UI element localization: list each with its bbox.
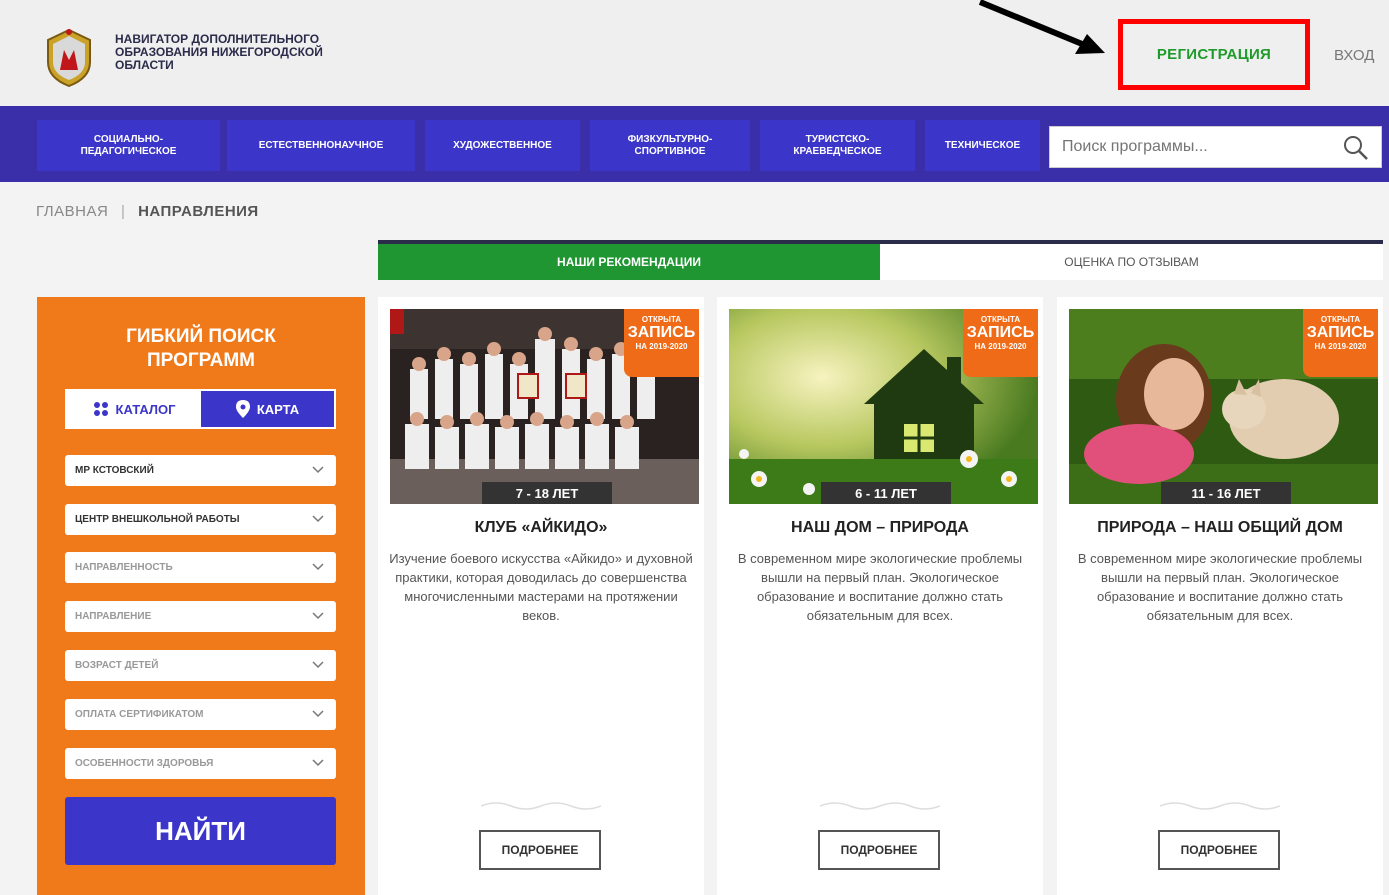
badge-line2: ЗАПИСЬ: [966, 324, 1035, 341]
program-description: Изучение боевого искусства «Айкидо» и ду…: [389, 551, 693, 623]
certificate-payment-select-value: ОПЛАТА СЕРТИФИКАТОМ: [75, 709, 204, 720]
badge-line1: ОТКРЫТА: [1320, 315, 1361, 324]
register-button[interactable]: РЕГИСТРАЦИЯ: [1118, 19, 1310, 90]
map-pin-icon: [235, 400, 250, 418]
login-link[interactable]: ВХОД: [1334, 47, 1374, 64]
wave-divider: [1160, 802, 1280, 810]
program-description: В современном мире экологические проблем…: [737, 551, 1023, 623]
direction-select-value: НАПРАВЛЕНИЕ: [75, 611, 152, 622]
program-image[interactable]: ОТКРЫТА ЗАПИСЬ НА 2019-2020 7 - 18 ЛЕТ: [390, 309, 699, 504]
map-toggle-button[interactable]: КАРТА: [201, 391, 334, 427]
details-button[interactable]: ПОДРОБНЕЕ: [818, 830, 940, 870]
health-features-select-value: ОСОБЕННОСТИ ЗДОРОВЬЯ: [75, 758, 214, 769]
program-image[interactable]: ОТКРЫТА ЗАПИСЬ НА 2019-2020 6 - 11 ЛЕТ: [729, 309, 1038, 504]
program-card[interactable]: ОТКРЫТА ЗАПИСЬ НА 2019-2020 6 - 11 ЛЕТ Н…: [717, 297, 1043, 895]
site-header: НАВИГАТОР ДОПОЛНИТЕЛЬНОГО ОБРАЗОВАНИЯ НИ…: [0, 0, 1389, 106]
health-features-select[interactable]: ОСОБЕННОСТИ ЗДОРОВЬЯ: [65, 748, 336, 779]
sidebar-title-line1: ГИБКИЙ ПОИСК: [126, 326, 276, 347]
register-button-label: РЕГИСТРАЦИЯ: [1156, 46, 1272, 63]
view-toggle: КАТАЛОГ КАРТА: [65, 389, 336, 429]
chevron-down-icon: [312, 661, 324, 669]
badge-line3: НА 2019-2020: [974, 342, 1027, 351]
sidebar-title: ГИБКИЙ ПОИСК ПРОГРАММ: [37, 325, 365, 373]
nav-item-artistic[interactable]: ХУДОЖЕСТВЕННОЕ: [425, 120, 580, 171]
nav-item-sports[interactable]: ФИЗКУЛЬТУРНО- СПОРТИВНОЕ: [590, 120, 750, 171]
tab-our-recommendations[interactable]: НАШИ РЕКОМЕНДАЦИИ: [378, 244, 880, 280]
program-title[interactable]: ПРИРОДА – НАШ ОБЩИЙ ДОМ: [1057, 519, 1383, 537]
breadcrumb-current: НАПРАВЛЕНИЯ: [138, 203, 259, 220]
wave-divider: [820, 802, 940, 810]
details-button[interactable]: ПОДРОБНЕЕ: [479, 830, 601, 870]
chevron-down-icon: [312, 612, 324, 620]
nav-item-natural-science[interactable]: ЕСТЕСТВЕННОНАУЧНОЕ: [227, 120, 415, 171]
nav-item-technical[interactable]: ТЕХНИЧЕСКОЕ: [925, 120, 1040, 171]
badge-line3: НА 2019-2020: [1314, 342, 1367, 351]
age-range-badge: 6 - 11 ЛЕТ: [821, 482, 951, 504]
focus-select-value: НАПРАВЛЕННОСТЬ: [75, 562, 173, 573]
breadcrumb-separator: |: [120, 203, 126, 220]
catalog-toggle-button[interactable]: КАТАЛОГ: [67, 391, 201, 427]
age-select-value: ВОЗРАСТ ДЕТЕЙ: [75, 660, 159, 671]
breadcrumb-home[interactable]: ГЛАВНАЯ: [36, 203, 108, 220]
chevron-down-icon: [312, 759, 324, 767]
chevron-down-icon: [312, 710, 324, 718]
site-logo-text[interactable]: НАВИГАТОР ДОПОЛНИТЕЛЬНОГО ОБРАЗОВАНИЯ НИ…: [115, 33, 375, 72]
badge-line1: ОТКРЫТА: [641, 315, 682, 324]
annotation-arrow: [978, 0, 1105, 54]
enrollment-open-badge: ОТКРЫТА ЗАПИСЬ НА 2019-2020: [624, 309, 699, 377]
tab-review-rating[interactable]: ОЦЕНКА ПО ОТЗЫВАМ: [880, 244, 1383, 280]
program-search: [1049, 126, 1382, 168]
badge-line1: ОТКРЫТА: [980, 315, 1021, 324]
district-select-value: МР КСТОВСКИЙ: [75, 465, 154, 476]
nav-item-social-pedagogical[interactable]: СОЦИАЛЬНО- ПЕДАГОГИЧЕСКОЕ: [37, 120, 220, 171]
program-image[interactable]: ОТКРЫТА ЗАПИСЬ НА 2019-2020 11 - 16 ЛЕТ: [1069, 309, 1378, 504]
organization-select-value: ЦЕНТР ВНЕШКОЛЬНОЙ РАБОТЫ: [75, 514, 240, 525]
details-button[interactable]: ПОДРОБНЕЕ: [1158, 830, 1280, 870]
badge-line2: ЗАПИСЬ: [627, 324, 696, 341]
enrollment-open-badge: ОТКРЫТА ЗАПИСЬ НА 2019-2020: [1303, 309, 1378, 377]
grid-icon: [93, 402, 108, 416]
catalog-label: КАТАЛОГ: [115, 401, 176, 417]
focus-select[interactable]: НАПРАВЛЕННОСТЬ: [65, 552, 336, 583]
chevron-down-icon: [312, 466, 324, 474]
region-emblem-logo[interactable]: [38, 26, 100, 88]
badge-line3: НА 2019-2020: [635, 342, 688, 351]
chevron-down-icon: [312, 515, 324, 523]
program-title[interactable]: НАШ ДОМ – ПРИРОДА: [717, 519, 1043, 537]
district-select[interactable]: МР КСТОВСКИЙ: [65, 455, 336, 486]
age-select[interactable]: ВОЗРАСТ ДЕТЕЙ: [65, 650, 336, 681]
chevron-down-icon: [312, 563, 324, 571]
badge-line2: ЗАПИСЬ: [1306, 324, 1375, 341]
program-card[interactable]: ОТКРЫТА ЗАПИСЬ НА 2019-2020 7 - 18 ЛЕТ К…: [378, 297, 704, 895]
program-description: В современном мире экологические проблем…: [1077, 551, 1363, 623]
recommendation-tabs: НАШИ РЕКОМЕНДАЦИИ ОЦЕНКА ПО ОТЗЫВАМ: [378, 240, 1383, 280]
program-title[interactable]: КЛУБ «АЙКИДО»: [378, 519, 704, 537]
enrollment-open-badge: ОТКРЫТА ЗАПИСЬ НА 2019-2020: [963, 309, 1038, 377]
age-range-badge: 7 - 18 ЛЕТ: [482, 482, 612, 504]
organization-select[interactable]: ЦЕНТР ВНЕШКОЛЬНОЙ РАБОТЫ: [65, 504, 336, 535]
program-card[interactable]: ОТКРЫТА ЗАПИСЬ НА 2019-2020 11 - 16 ЛЕТ …: [1057, 297, 1383, 895]
flexible-search-panel: ГИБКИЙ ПОИСК ПРОГРАММ КАТАЛОГ КАРТА МР К…: [37, 297, 365, 895]
wave-divider: [481, 802, 601, 810]
direction-select[interactable]: НАПРАВЛЕНИЕ: [65, 601, 336, 632]
find-button[interactable]: НАЙТИ: [65, 797, 336, 865]
nav-item-tourism[interactable]: ТУРИСТСКО- КРАЕВЕДЧЕСКОЕ: [760, 120, 915, 171]
map-label: КАРТА: [256, 401, 300, 417]
search-icon[interactable]: [1343, 135, 1369, 161]
certificate-payment-select[interactable]: ОПЛАТА СЕРТИФИКАТОМ: [65, 699, 336, 730]
age-range-badge: 11 - 16 ЛЕТ: [1161, 482, 1291, 504]
search-input[interactable]: [1050, 138, 1330, 156]
breadcrumb: ГЛАВНАЯ | НАПРАВЛЕНИЯ: [36, 203, 259, 220]
sidebar-title-line2: ПРОГРАММ: [146, 350, 255, 371]
